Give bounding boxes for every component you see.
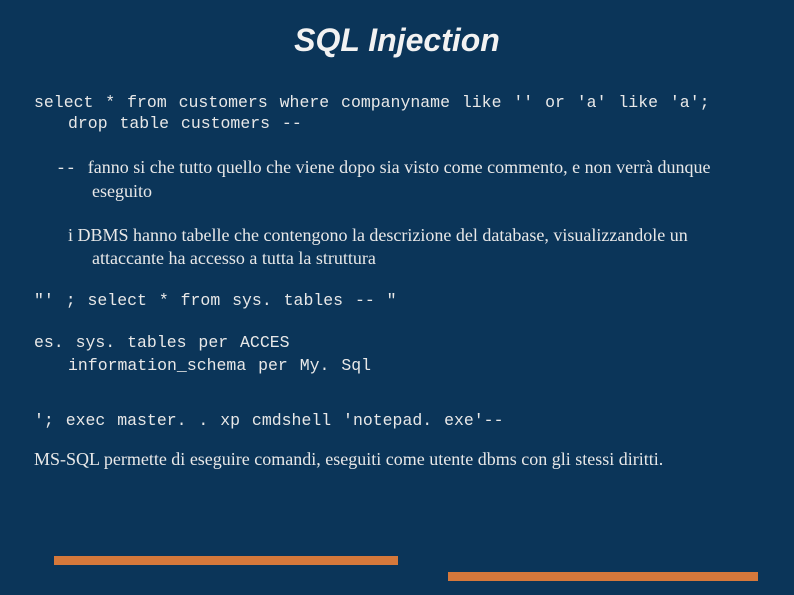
code-block-1: select * from customers where companynam… [34, 93, 760, 134]
code-line: drop table customers -- [34, 114, 760, 135]
code-block-3: es. sys. tables per ACCES information_sc… [34, 332, 760, 377]
paragraph-1-text: fanno si che tutto quello che viene dopo… [88, 157, 711, 201]
paragraph-1: -- fanno si che tutto quello che viene d… [34, 156, 760, 202]
code-line: es. sys. tables per ACCES [34, 332, 760, 354]
code-line: select * from customers where companynam… [34, 93, 760, 114]
code-line-2: "' ; select * from sys. tables -- " [34, 291, 760, 310]
slide-title: SQL Injection [34, 22, 760, 59]
footer-accent-bar-left [54, 556, 398, 565]
code-inline: -- [56, 159, 88, 178]
paragraph-3: MS-SQL permette di eseguire comandi, ese… [34, 448, 760, 471]
paragraph-2: i DBMS hanno tabelle che contengono la d… [34, 224, 760, 269]
footer-accent-bar-right [448, 572, 758, 581]
code-line-4: '; exec master. . xp cmdshell 'notepad. … [34, 411, 760, 430]
code-line: information_schema per My. Sql [34, 355, 760, 377]
